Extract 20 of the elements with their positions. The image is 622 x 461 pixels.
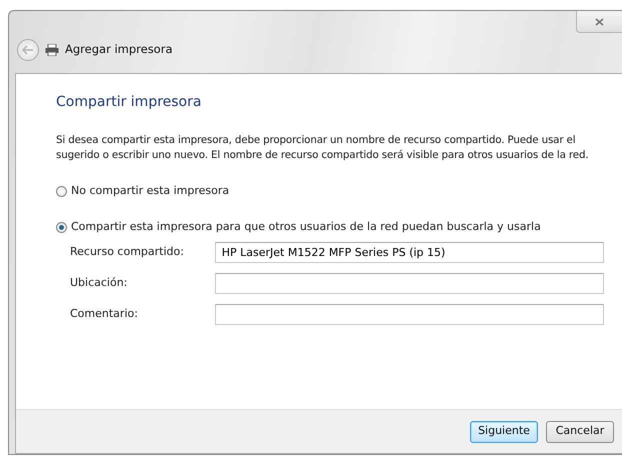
radio-label[interactable]: No compartir esta impresora — [71, 182, 230, 200]
field-label: Recurso compartido: — [70, 244, 185, 260]
text-field[interactable]: HP LaserJet M1522 MFP Series PS (ip 15) — [214, 242, 604, 263]
close-button[interactable] — [576, 11, 622, 33]
text-field[interactable] — [214, 304, 604, 325]
description-text: Si desea compartir esta impresora, debe proporcionar un nombre de recurso compartido. Puede usar el sugerido o escribir uno nuevo. El nombre de recurso compartido será visible para otros usuarios de la red. — [56, 132, 590, 163]
printer-icon — [45, 44, 59, 56]
window-title: Agregar impresora — [65, 41, 172, 58]
radio-label[interactable]: Compartir esta impresora para que otros usuarios de la red puedan buscarla y usarla — [71, 219, 541, 236]
back-arrow-icon — [22, 45, 34, 55]
page-heading: Compartir impresora — [56, 94, 202, 111]
back-button[interactable] — [17, 39, 39, 61]
field-label: Ubicación: — [70, 275, 128, 292]
cancel-button[interactable]: Cancelar — [546, 420, 614, 442]
next-button[interactable]: Siguiente — [470, 420, 538, 442]
radio-button[interactable] — [56, 186, 67, 197]
close-icon — [595, 18, 604, 26]
radio-button[interactable] — [56, 222, 67, 234]
text-field[interactable] — [214, 272, 604, 294]
field-label: Comentario: — [70, 306, 139, 322]
